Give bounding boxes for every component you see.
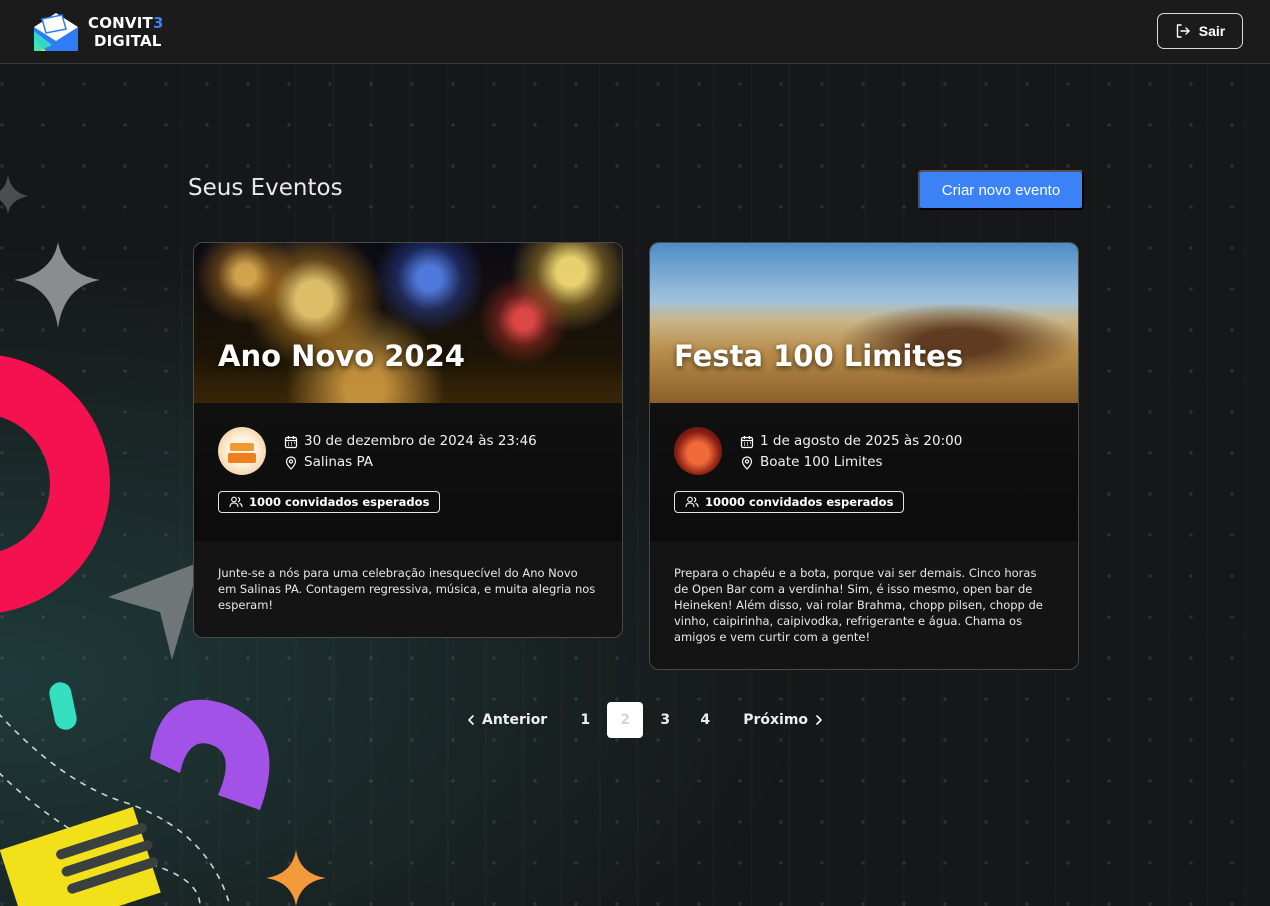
event-hero-image: Ano Novo 2024 xyxy=(194,243,622,403)
logo-line-2: DIGITAL xyxy=(94,32,162,50)
event-location-text: Boate 100 Limites xyxy=(760,454,883,470)
users-icon xyxy=(229,496,243,508)
logout-label: Sair xyxy=(1198,23,1226,39)
guests-badge: 10000 convidados esperados xyxy=(674,491,905,513)
create-event-button[interactable]: Criar novo evento xyxy=(918,170,1084,210)
calendar-icon xyxy=(284,435,298,448)
page-4-button[interactable]: 4 xyxy=(687,702,723,738)
event-card[interactable]: Festa 100 Limites 1 de agosto de 2025 às… xyxy=(649,242,1079,670)
page: CONVIT3 DIGITAL Sair Seus Eventos Criar … xyxy=(0,0,1270,906)
page-1-button[interactable]: 1 xyxy=(567,702,603,738)
pill-shape xyxy=(49,682,77,730)
event-meta: 30 de dezembro de 2024 às 23:46 Salinas … xyxy=(194,403,622,541)
event-title: Ano Novo 2024 xyxy=(218,339,465,373)
event-meta: 1 de agosto de 2025 às 20:00 Boate 100 L… xyxy=(650,403,1078,541)
guests-text: 1000 convidados esperados xyxy=(249,495,430,509)
event-date-text: 1 de agosto de 2025 às 20:00 xyxy=(760,433,963,449)
sparkle-shape xyxy=(14,242,100,328)
event-title: Festa 100 Limites xyxy=(674,339,964,373)
logo[interactable]: CONVIT3 DIGITAL xyxy=(32,9,172,55)
page-title: Seus Eventos xyxy=(188,175,343,201)
logo-accent: 3 xyxy=(152,14,164,32)
users-icon xyxy=(685,496,699,508)
event-date: 30 de dezembro de 2024 às 23:46 xyxy=(284,431,537,452)
guests-badge: 1000 convidados esperados xyxy=(218,491,441,513)
logo-text: CONVIT3 DIGITAL xyxy=(88,14,164,50)
magnet-shape xyxy=(150,699,270,810)
event-description: Junte-se a nós para uma celebração inesq… xyxy=(194,541,622,637)
event-avatar xyxy=(674,427,722,475)
event-date: 1 de agosto de 2025 às 20:00 xyxy=(740,431,962,452)
location-pin-icon xyxy=(285,455,297,470)
logout-icon xyxy=(1176,24,1190,38)
paper-plane-shape xyxy=(108,562,200,660)
next-label: Próximo xyxy=(743,712,809,728)
event-location-text: Salinas PA xyxy=(304,454,374,470)
page-2-button[interactable]: 2 xyxy=(607,702,644,738)
calendar-icon xyxy=(740,435,754,448)
logout-button[interactable]: Sair xyxy=(1157,13,1243,49)
ticket-shape xyxy=(0,806,161,906)
avatar-image xyxy=(228,443,256,463)
event-card[interactable]: Ano Novo 2024 30 de dezembro de 2024 às … xyxy=(193,242,623,638)
chevron-right-icon xyxy=(816,715,822,725)
ring-shape xyxy=(0,355,110,613)
logo-line-1: CONVIT xyxy=(88,14,153,32)
event-location: Boate 100 Limites xyxy=(740,452,962,473)
previous-page-button[interactable]: Anterior xyxy=(456,702,557,738)
envelope-logo-icon xyxy=(34,13,78,51)
page-3-button[interactable]: 3 xyxy=(647,702,683,738)
event-date-text: 30 de dezembro de 2024 às 23:46 xyxy=(304,433,537,449)
pagination: Anterior 1 2 3 4 Próximo xyxy=(456,702,834,738)
event-location: Salinas PA xyxy=(284,452,537,473)
next-page-button[interactable]: Próximo xyxy=(733,702,834,738)
orange-sparkle-shape xyxy=(266,850,326,906)
previous-label: Anterior xyxy=(482,712,548,728)
guests-text: 10000 convidados esperados xyxy=(705,495,894,509)
location-pin-icon xyxy=(741,455,753,470)
event-description: Prepara o chapéu e a bota, porque vai se… xyxy=(650,541,1078,669)
event-hero-image: Festa 100 Limites xyxy=(650,243,1078,403)
top-bar: CONVIT3 DIGITAL Sair xyxy=(0,0,1270,64)
chevron-left-icon xyxy=(468,715,474,725)
event-avatar xyxy=(218,427,266,475)
